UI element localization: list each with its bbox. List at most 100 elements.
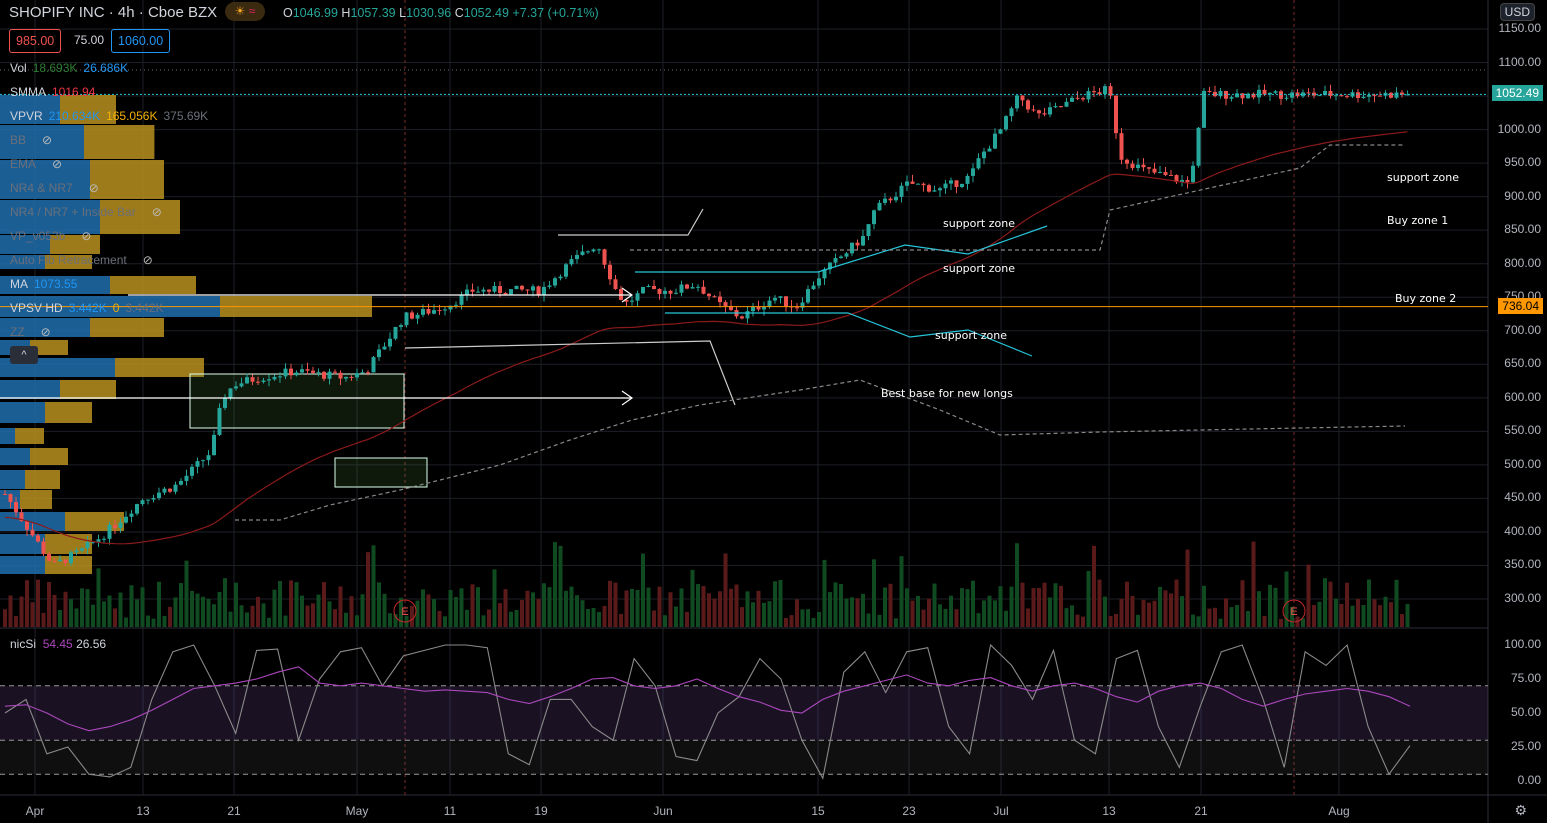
candle-body [1372, 94, 1377, 96]
volume-bar [294, 582, 299, 627]
volume-bar [1334, 598, 1338, 627]
candle-body [630, 300, 634, 302]
settings-gear-icon[interactable]: ⚙ [1514, 802, 1527, 819]
eye-hidden-icon[interactable]: ⊘ [42, 133, 52, 147]
eye-hidden-icon[interactable]: ⊘ [152, 205, 162, 219]
candle-body [454, 304, 458, 306]
volume-bar [894, 618, 898, 627]
legend-item-zz[interactable]: ZZ ⊘ [10, 325, 51, 339]
legend-item-ema[interactable]: EMA ⊘ [10, 157, 62, 171]
volume-bar [1185, 549, 1190, 627]
volume-bar [1075, 614, 1080, 627]
volume-bar [1367, 579, 1371, 627]
candle-body [1086, 91, 1091, 100]
volume-bar [998, 586, 1003, 627]
volume-bar [289, 580, 293, 627]
volume-bar [1279, 618, 1283, 627]
price-axis-tick: 350.00 [1504, 557, 1541, 572]
legend-item-auto-fib-retracement[interactable]: Auto Fib Retracement ⊘ [10, 253, 153, 267]
collapse-legend-button[interactable]: ^ [10, 346, 38, 364]
rsi-lower-band [0, 740, 1488, 775]
annotation-support-zone-1[interactable]: support zone [943, 217, 1015, 230]
eye-hidden-icon[interactable]: ⊘ [143, 253, 153, 267]
volume-bar [674, 606, 678, 627]
eye-hidden-icon[interactable]: ⊘ [89, 181, 99, 195]
buy-price-button[interactable]: 1060.00 [111, 29, 171, 53]
annotation-buy-zone-2[interactable]: Buy zone 2 [1395, 292, 1456, 305]
candle-body [745, 311, 750, 319]
annotation-support-zone-3[interactable]: support zone [935, 329, 1007, 342]
volume-bar [795, 599, 799, 627]
volume-bar [910, 600, 915, 627]
candle-body [839, 256, 843, 259]
volume-profile-down-bar [45, 534, 92, 554]
symbol-title[interactable]: SHOPIFY INC · 4h · Cboe BZX [9, 4, 217, 21]
eye-hidden-icon[interactable]: ⊘ [52, 157, 62, 171]
annotation-buy-zone-1[interactable]: Buy zone 1 [1387, 214, 1448, 227]
volume-bar [949, 595, 953, 627]
legend-item-nr4-nr7[interactable]: NR4 & NR7 ⊘ [10, 181, 99, 195]
volume-bar [360, 594, 365, 627]
legend-item-ma[interactable]: MA 1073.55 [10, 277, 83, 291]
annotation-support-zone-right[interactable]: support zone [1387, 171, 1459, 184]
volume-bar [487, 609, 491, 627]
candle-body [349, 376, 354, 378]
rsi-axis-tick: 50.00 [1510, 705, 1541, 719]
volume-bar [135, 599, 139, 627]
candle-body [597, 249, 601, 251]
market-status-badge[interactable]: ☀ ≈ [225, 2, 265, 21]
legend-item-smma[interactable]: SMMA 1016.94 [10, 85, 101, 99]
legend-item-nr4-nr7-inside-bar[interactable]: NR4 / NR7 + Inside Bar ⊘ [10, 205, 162, 219]
volume-bar [267, 617, 271, 627]
volume-bar [454, 597, 458, 627]
price-axis-tick: 500.00 [1504, 456, 1541, 471]
sell-price-button[interactable]: 985.00 [9, 29, 62, 53]
candle-body [437, 310, 442, 312]
earnings-icon-label: E [401, 606, 408, 618]
volume-bar [520, 600, 524, 627]
candle-body [470, 289, 475, 292]
volume-bar [1070, 605, 1074, 627]
price-axis-tick: 550.00 [1504, 423, 1541, 438]
legend-item-vpvr[interactable]: VPVR 210.634K 165.056K 375.69K [10, 109, 214, 123]
time-axis-tick: 19 [534, 804, 548, 818]
volume-bar [1097, 579, 1102, 627]
volume-profile-up-bar [0, 428, 15, 444]
legend-item-vol[interactable]: Vol 18.693K 26.686K [10, 61, 134, 75]
eye-hidden-icon[interactable]: ⊘ [81, 229, 91, 243]
volume-bar [322, 582, 326, 627]
legend-name: VPVR [10, 109, 43, 123]
legend-item-bb[interactable]: BB ⊘ [10, 133, 52, 147]
candle-body [899, 185, 904, 197]
volume-bar [1053, 583, 1058, 627]
candle-body [817, 278, 821, 286]
annotation-support-zone-2[interactable]: support zone [943, 262, 1015, 275]
interval[interactable]: 4h [118, 4, 135, 21]
volume-bar [91, 604, 95, 627]
candle-body [965, 175, 970, 184]
eye-hidden-icon[interactable]: ⊘ [41, 325, 51, 339]
volume-bar [366, 552, 370, 627]
legend-item-vp-v053b[interactable]: VP_v053b ⊘ [10, 229, 91, 243]
candle-body [1053, 106, 1058, 108]
legend-value: 3.442K [68, 301, 107, 315]
candle-body [366, 372, 370, 374]
annotation-best-base[interactable]: Best base for new longs [881, 387, 1013, 400]
volume-bar [239, 605, 244, 627]
volume-bar [602, 605, 607, 627]
legend-name: ZZ [10, 325, 25, 339]
volume-bar [47, 581, 51, 627]
volume-bar [96, 568, 101, 627]
volume-bar [459, 588, 464, 627]
volume-profile-down-bar [90, 160, 164, 199]
volume-bar [1092, 545, 1096, 627]
volume-bar [278, 581, 282, 627]
currency-button[interactable]: USD [1499, 3, 1535, 21]
volume-bar [696, 584, 700, 627]
candle-body [998, 129, 1003, 134]
candle-body [910, 181, 915, 184]
volume-bar [1081, 616, 1085, 627]
chart-canvas[interactable]: EE [0, 0, 1547, 823]
legend-item-vpsv-hd[interactable]: VPSV HD 3.442K 0 3.442K [10, 301, 169, 315]
candle-body [1394, 92, 1399, 98]
